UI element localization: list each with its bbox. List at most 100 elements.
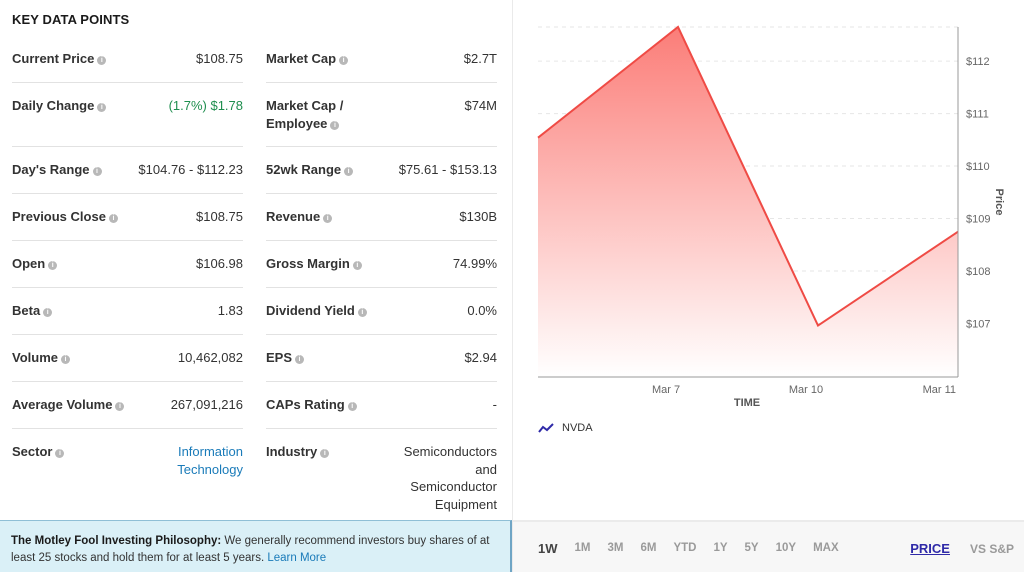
- info-icon[interactable]: i: [323, 214, 333, 223]
- range-10y[interactable]: 10Y: [776, 542, 796, 556]
- data-value: $130B: [459, 209, 497, 224]
- learn-more-link[interactable]: Learn More: [267, 552, 326, 564]
- x-tick-label: Mar 7: [652, 384, 680, 396]
- info-icon[interactable]: i: [97, 103, 107, 112]
- data-label-text: Previous Close: [12, 209, 106, 224]
- data-row-eps: EPS i $2.94: [266, 335, 497, 382]
- data-label: Previous Close i: [12, 208, 118, 226]
- info-icon[interactable]: i: [344, 167, 354, 176]
- legend-label: NVDA: [562, 422, 593, 434]
- mode-vs-s-p[interactable]: VS S&P: [970, 542, 1014, 556]
- data-label-text: CAPs Rating: [266, 397, 345, 412]
- info-icon[interactable]: i: [55, 449, 65, 458]
- data-label-text: Revenue: [266, 209, 321, 224]
- data-value: $75.61 - $153.13: [398, 162, 497, 177]
- chart-panel: $107 $108 $109 $110 $111 $112 Mar 7 Mar 10 Mar …: [512, 0, 1024, 572]
- y-tick-label: $107: [966, 318, 990, 330]
- range-5y[interactable]: 5Y: [745, 542, 759, 556]
- info-icon[interactable]: i: [43, 308, 53, 317]
- time-range-selector: 1W 1M 3M 6M YTD 1Y 5Y 10Y MAX: [538, 541, 856, 556]
- data-value: $104.76 - $112.23: [138, 162, 243, 177]
- data-value[interactable]: Information Technology: [163, 443, 243, 478]
- data-row-dividend-yield: Dividend Yield i 0.0%: [266, 288, 497, 335]
- info-icon[interactable]: i: [320, 449, 330, 458]
- data-label: Open i: [12, 255, 58, 273]
- info-icon[interactable]: i: [61, 355, 70, 364]
- data-value: 267,091,216: [170, 397, 243, 412]
- data-label-text: Sector: [12, 444, 53, 459]
- chart-legend[interactable]: NVDA: [538, 422, 593, 434]
- info-icon[interactable]: i: [339, 56, 349, 65]
- range-max[interactable]: MAX: [813, 542, 839, 556]
- data-row-daily-change: Daily Change i (1.7%) $1.78: [12, 83, 243, 147]
- x-axis-title: TIME: [734, 397, 760, 409]
- info-icon[interactable]: i: [108, 214, 118, 223]
- y-tick-label: $109: [966, 214, 990, 226]
- y-tick-label: $111: [966, 109, 989, 121]
- data-label: Market Cap i: [266, 50, 349, 68]
- price-area-fill: [538, 27, 958, 377]
- data-label: Dividend Yield i: [266, 302, 367, 320]
- range-1m[interactable]: 1M: [575, 542, 591, 556]
- data-label: 52wk Range i: [266, 161, 354, 179]
- mode-price[interactable]: PRICE: [910, 541, 950, 556]
- data-value: 0.0%: [467, 303, 497, 318]
- key-data-panel: KEY DATA POINTS Current Price i $108.75 Dai…: [0, 0, 512, 572]
- range-1y[interactable]: 1Y: [713, 542, 727, 556]
- data-row-market-cap-employee: Market Cap / Employee i $74M: [266, 83, 497, 147]
- line-series-icon: [538, 423, 554, 433]
- info-icon[interactable]: i: [357, 308, 367, 317]
- data-label: Sector i: [12, 443, 65, 461]
- chart-controls: 1W 1M 3M 6M YTD 1Y 5Y 10Y MAX PRICE VS S&P: [513, 520, 1024, 572]
- data-row-gross-margin: Gross Margin i 74.99%: [266, 241, 497, 288]
- data-label: Volume i: [12, 349, 70, 367]
- data-label-text: Dividend Yield: [266, 303, 355, 318]
- data-row-open: Open i $106.98: [12, 241, 243, 288]
- data-value: Semiconductors and Semiconductor Equipme…: [403, 444, 497, 512]
- stock-data-page: KEY DATA POINTS Current Price i $108.75 Dai…: [0, 0, 1024, 572]
- data-row-revenue: Revenue i $130B: [266, 194, 497, 241]
- data-label-text: Current Price: [12, 51, 95, 66]
- data-label: CAPs Rating i: [266, 396, 357, 414]
- data-value: 1.83: [217, 303, 243, 318]
- investing-philosophy-banner: The Motley Fool Investing Philosophy: We…: [0, 520, 512, 572]
- info-icon[interactable]: i: [295, 355, 305, 364]
- data-row-market-cap: Market Cap i $2.7T: [266, 36, 497, 83]
- range-6m[interactable]: 6M: [640, 542, 656, 556]
- data-label: Gross Margin i: [266, 255, 362, 273]
- data-label-text: 52wk Range: [266, 162, 342, 177]
- info-icon[interactable]: i: [115, 402, 125, 411]
- philosophy-heading: The Motley Fool Investing Philosophy:: [11, 535, 222, 547]
- data-row-current-price: Current Price i $108.75: [12, 36, 243, 83]
- y-tick-label: $108: [966, 266, 990, 278]
- data-label: Revenue i: [266, 208, 333, 226]
- data-row-previous-close: Previous Close i $108.75: [12, 194, 243, 241]
- key-data-right-column: Market Cap i $2.7T Market Cap / Employee i $7…: [266, 36, 497, 527]
- info-icon[interactable]: i: [330, 120, 340, 130]
- data-row-beta: Beta i 1.83: [12, 288, 243, 335]
- data-value: $74M: [464, 98, 497, 113]
- data-row-caps-rating: CAPs Rating i -: [266, 382, 497, 429]
- y-axis-title: Price: [993, 189, 1005, 216]
- info-icon[interactable]: i: [97, 56, 107, 65]
- data-label-text: EPS: [266, 350, 293, 365]
- y-tick-label: $112: [966, 56, 990, 68]
- range-1w[interactable]: 1W: [538, 541, 558, 556]
- range-3m[interactable]: 3M: [607, 542, 623, 556]
- range-ytd[interactable]: YTD: [673, 542, 696, 556]
- section-title: KEY DATA POINTS: [12, 12, 130, 27]
- data-label: Beta i: [12, 302, 53, 320]
- data-label: Industry i: [266, 443, 330, 461]
- data-row-day-s-range: Day's Range i $104.76 - $112.23: [12, 147, 243, 194]
- y-tick-label: $110: [966, 161, 990, 173]
- data-label: Market Cap / Employee i: [266, 97, 361, 132]
- data-value: -: [492, 397, 497, 412]
- info-icon[interactable]: i: [352, 261, 362, 270]
- info-icon[interactable]: i: [347, 402, 357, 411]
- data-value: $2.94: [464, 350, 497, 365]
- data-value: $108.75: [196, 51, 243, 66]
- info-icon[interactable]: i: [92, 167, 102, 176]
- info-icon[interactable]: i: [48, 261, 58, 270]
- key-data-left-column: Current Price i $108.75 Daily Change i (1.7%)…: [12, 36, 243, 527]
- x-tick-label: Mar 10: [789, 384, 823, 396]
